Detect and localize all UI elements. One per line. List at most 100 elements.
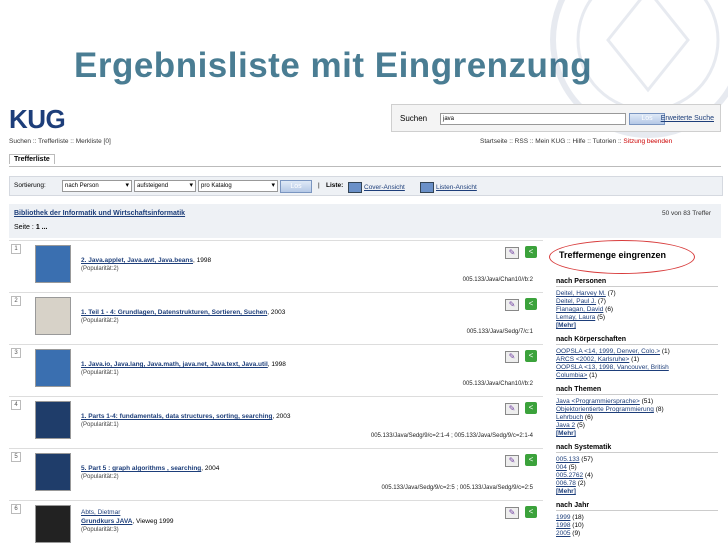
facet-link[interactable]: Java <Programmiersprache> [556,398,640,405]
facet-link[interactable]: Columbia> [556,372,587,379]
facet-link[interactable]: 006.78 [556,480,576,487]
tab-divider [9,166,721,167]
result-title: 1. Java.io, Java.lang, Java.math, java.n… [81,361,461,368]
list-view-link[interactable]: Listen-Ansicht [436,184,477,191]
page-label: Seite : [14,224,34,231]
sort-scope-select[interactable]: pro Katalog [198,180,278,192]
facet-count: (5) [595,314,606,321]
book-cover[interactable] [35,349,71,387]
list-view-toggle[interactable]: Listen-Ansicht [420,182,477,193]
facet-link[interactable]: OOPSLA <14, 1999, Denver, Colo.> [556,348,660,355]
facet-count: (10) [570,522,584,529]
facet-count: (6) [583,414,593,421]
facet-more: [Mehr] [556,430,576,437]
result-title: 2. Java.applet, Java.awt, Java.beans, 19… [81,257,461,264]
result-title-link[interactable]: Grundkurs JAVA [81,518,132,525]
facet-link[interactable]: 005.133 [556,456,580,463]
facet-link[interactable]: Lemay, Laura [556,314,595,321]
facet-section-title: nach Themen [556,386,718,395]
result-year: , 2003 [272,413,291,420]
facet-section-title: nach Körperschaften [556,336,718,345]
share-icon[interactable]: < [525,402,537,414]
facet-count: (6) [603,306,614,313]
facet-more: [Mehr] [556,488,576,495]
top-nav-links[interactable]: Startseite :: RSS :: Mein KUG :: Hilfe :… [480,138,623,145]
facet-link[interactable]: Objektorientierte Programmierung [556,406,654,413]
result-title-link[interactable]: 1. Parts 1-4: fundamentals, data structu… [81,413,272,420]
share-icon[interactable]: < [525,350,537,362]
result-title-link[interactable]: 1. Teil 1 - 4: Grundlagen, Datenstruktur… [81,309,267,316]
results-header: Bibliothek der Informatik und Wirtschaft… [9,204,721,238]
edit-icon[interactable]: ✎ [505,351,519,363]
facet-link[interactable]: ARCS <2002, Karlsruhe> [556,356,629,363]
facet-link[interactable]: 1999 [556,514,570,521]
facet-link[interactable]: OOPSLA <13, 1998, Vancouver, British [556,364,669,371]
result-title-link[interactable]: 5. Part 5 : graph algorithms , searching [81,465,201,472]
facet-item: ARCS <2002, Karlsruhe> (1) [556,356,639,363]
result-title-link[interactable]: 1. Java.io, Java.lang, Java.math, java.n… [81,361,268,368]
kug-logo[interactable]: KUG [9,104,66,135]
logout-link[interactable]: Sitzung beenden [623,138,672,145]
facet-link[interactable]: Deitel, Harvey M. [556,290,606,297]
facet-more-link[interactable]: [Mehr] [556,430,576,437]
book-cover[interactable] [35,297,71,335]
result-year: , 1998 [193,257,212,264]
facet-link[interactable]: 005.2762 [556,472,583,479]
facet-section-title: nach Jahr [556,502,718,511]
facet-item: OOPSLA <14, 1999, Denver, Colo.> (1) [556,348,670,355]
sort-go-button[interactable]: Los [280,180,312,193]
advanced-search-link[interactable]: Erweiterte Suche [654,115,714,122]
result-title: 5. Part 5 : graph algorithms , searching… [81,465,461,472]
book-cover[interactable] [35,401,71,439]
facet-count: (9) [570,530,581,537]
result-signature: 005.133/Java/Chan10//b:2 [462,277,533,283]
share-icon[interactable]: < [525,506,537,518]
sort-by-select[interactable]: nach Person [62,180,132,192]
facet-more-link[interactable]: [Mehr] [556,488,576,495]
page-link[interactable]: 1 ... [36,224,48,231]
sort-order-select[interactable]: aufsteigend [134,180,196,192]
kug-screenshot: KUG Suchen java Los Erweiterte Suche Suc… [5,98,723,546]
facet-item: Lemay, Laura (5) [556,314,605,321]
facet-link[interactable]: 004 [556,464,567,471]
book-cover[interactable] [35,453,71,491]
facet-more-link[interactable]: [Mehr] [556,322,576,329]
search-label: Suchen [400,114,428,123]
facet-link[interactable]: 1998 [556,522,570,529]
tab-trefferliste[interactable]: Trefferliste [9,154,55,164]
facet-link[interactable]: Lehrbuch [556,414,583,421]
share-icon[interactable]: < [525,454,537,466]
facet-link[interactable]: Deitel, Paul J. [556,298,596,305]
result-author[interactable]: Abts, Dietmar [81,509,120,516]
result-title: Grundkurs JAVA, Vieweg 1999 [81,518,461,525]
search-input[interactable]: java [440,113,626,125]
facet-item: 004 (5) [556,464,577,471]
result-row: 4 1. Parts 1-4: fundamentals, data struct… [9,396,543,449]
facet-item: 2005 (9) [556,530,580,537]
facet-count: (1) [660,348,670,355]
facet-count: (1) [587,372,598,379]
edit-icon[interactable]: ✎ [505,299,519,311]
library-link[interactable]: Bibliothek der Informatik und Wirtschaft… [14,210,185,217]
cover-view-icon [348,182,362,193]
facet-count: (57) [579,456,593,463]
facet-link[interactable]: 2005 [556,530,570,537]
facet-link[interactable]: Flanagan, David [556,306,603,313]
breadcrumb[interactable]: Suchen :: Trefferliste :: Merkliste [0] [9,138,111,145]
result-popularity: (Popularität:1) [81,370,119,376]
share-icon[interactable]: < [525,298,537,310]
result-title-link[interactable]: 2. Java.applet, Java.awt, Java.beans [81,257,193,264]
edit-icon[interactable]: ✎ [505,455,519,467]
book-cover[interactable] [35,245,71,283]
book-cover[interactable] [35,505,71,543]
cover-view-link[interactable]: Cover-Ansicht [364,184,405,191]
result-title: 1. Parts 1-4: fundamentals, data structu… [81,413,461,420]
facet-link[interactable]: Java 2 [556,422,575,429]
edit-icon[interactable]: ✎ [505,247,519,259]
facet-item: 006.78 (2) [556,480,586,487]
cover-view-toggle[interactable]: Cover-Ansicht [348,182,405,193]
edit-icon[interactable]: ✎ [505,403,519,415]
facet-count: (18) [570,514,584,521]
share-icon[interactable]: < [525,246,537,258]
edit-icon[interactable]: ✎ [505,507,519,519]
